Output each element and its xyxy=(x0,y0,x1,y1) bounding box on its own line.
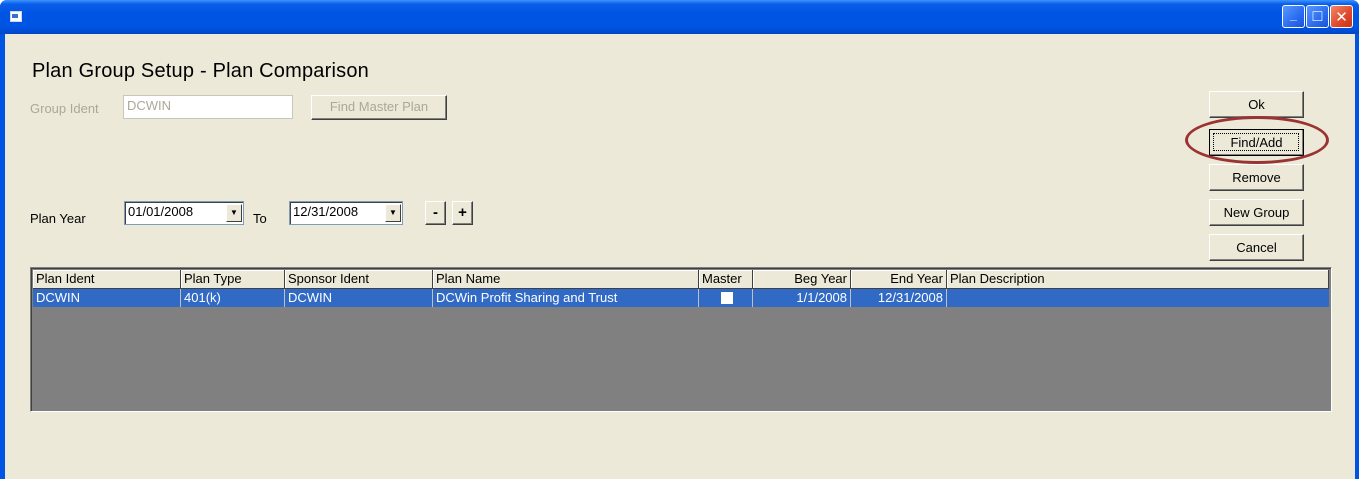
plan-year-to-combo[interactable]: 12/31/2008 ▼ xyxy=(289,201,403,225)
app-icon[interactable] xyxy=(10,11,22,22)
column-header-plan-name[interactable]: Plan Name xyxy=(433,270,699,289)
cell-beg-year: 1/1/2008 xyxy=(753,289,851,307)
plan-year-to-value: 12/31/2008 xyxy=(293,204,359,219)
column-header-end-year[interactable]: End Year xyxy=(851,270,947,289)
cancel-label: Cancel xyxy=(1236,240,1277,255)
cell-plan-description xyxy=(947,289,1329,307)
page-title: Plan Group Setup - Plan Comparison xyxy=(32,60,369,82)
maximize-icon: □ xyxy=(1312,7,1323,25)
table-row[interactable]: DCWIN 401(k) DCWIN DCWin Profit Sharing … xyxy=(33,289,1329,307)
column-header-master[interactable]: Master xyxy=(699,270,753,289)
ok-button[interactable]: Ok xyxy=(1209,91,1304,118)
find-add-label: Find/Add xyxy=(1230,135,1283,150)
chevron-down-icon[interactable]: ▼ xyxy=(385,204,401,222)
window-border-right xyxy=(1355,34,1359,479)
form-client-area: Plan Group Setup - Plan Comparison Group… xyxy=(5,34,1355,479)
new-group-label: New Group xyxy=(1223,205,1290,220)
close-icon: ✕ xyxy=(1335,8,1348,26)
cell-plan-ident: DCWIN xyxy=(33,289,181,307)
remove-button[interactable]: Remove xyxy=(1209,164,1304,191)
group-ident-input[interactable]: DCWIN xyxy=(123,95,293,119)
new-group-button[interactable]: New Group xyxy=(1209,199,1304,226)
close-button[interactable]: ✕ xyxy=(1330,5,1353,28)
plus-icon: + xyxy=(458,204,467,221)
maximize-button[interactable]: □ xyxy=(1306,5,1329,28)
minimize-button[interactable]: _ xyxy=(1282,5,1305,28)
minus-icon: - xyxy=(433,204,438,221)
app-window: _ □ ✕ Plan Group Setup - Plan Comparison… xyxy=(0,0,1359,479)
cancel-button[interactable]: Cancel xyxy=(1209,234,1304,261)
column-header-plan-type[interactable]: Plan Type xyxy=(181,270,285,289)
to-label: To xyxy=(253,211,267,226)
column-header-sponsor-ident[interactable]: Sponsor Ident xyxy=(285,270,433,289)
chevron-down-icon[interactable]: ▼ xyxy=(226,204,242,222)
plans-grid[interactable]: Plan Ident Plan Type Sponsor Ident Plan … xyxy=(30,267,1332,412)
column-header-beg-year[interactable]: Beg Year xyxy=(753,270,851,289)
minus-button[interactable]: - xyxy=(425,201,446,225)
plan-year-from-combo[interactable]: 01/01/2008 ▼ xyxy=(124,201,244,225)
cell-plan-name: DCWin Profit Sharing and Trust xyxy=(433,289,699,307)
cell-master xyxy=(699,289,753,307)
column-header-plan-ident[interactable]: Plan Ident xyxy=(33,270,181,289)
cell-end-year: 12/31/2008 xyxy=(851,289,947,307)
ok-label: Ok xyxy=(1248,97,1265,112)
master-checkbox[interactable] xyxy=(721,292,733,304)
group-ident-label: Group Ident xyxy=(30,101,99,116)
find-master-plan-label: Find Master Plan xyxy=(329,99,429,114)
cell-plan-type: 401(k) xyxy=(181,289,285,307)
remove-label: Remove xyxy=(1232,170,1281,185)
grid-header: Plan Ident Plan Type Sponsor Ident Plan … xyxy=(33,270,1329,289)
title-bar[interactable]: _ □ ✕ xyxy=(0,0,1359,34)
plan-year-label: Plan Year xyxy=(30,211,86,226)
plan-year-from-value: 01/01/2008 xyxy=(128,204,194,219)
find-add-button[interactable]: Find/Add xyxy=(1209,129,1304,156)
cell-sponsor-ident: DCWIN xyxy=(285,289,433,307)
minimize-icon: _ xyxy=(1290,7,1297,22)
find-master-plan-button[interactable]: Find Master Plan xyxy=(311,95,447,120)
column-header-plan-description[interactable]: Plan Description xyxy=(947,270,1329,289)
plus-button[interactable]: + xyxy=(452,201,473,225)
